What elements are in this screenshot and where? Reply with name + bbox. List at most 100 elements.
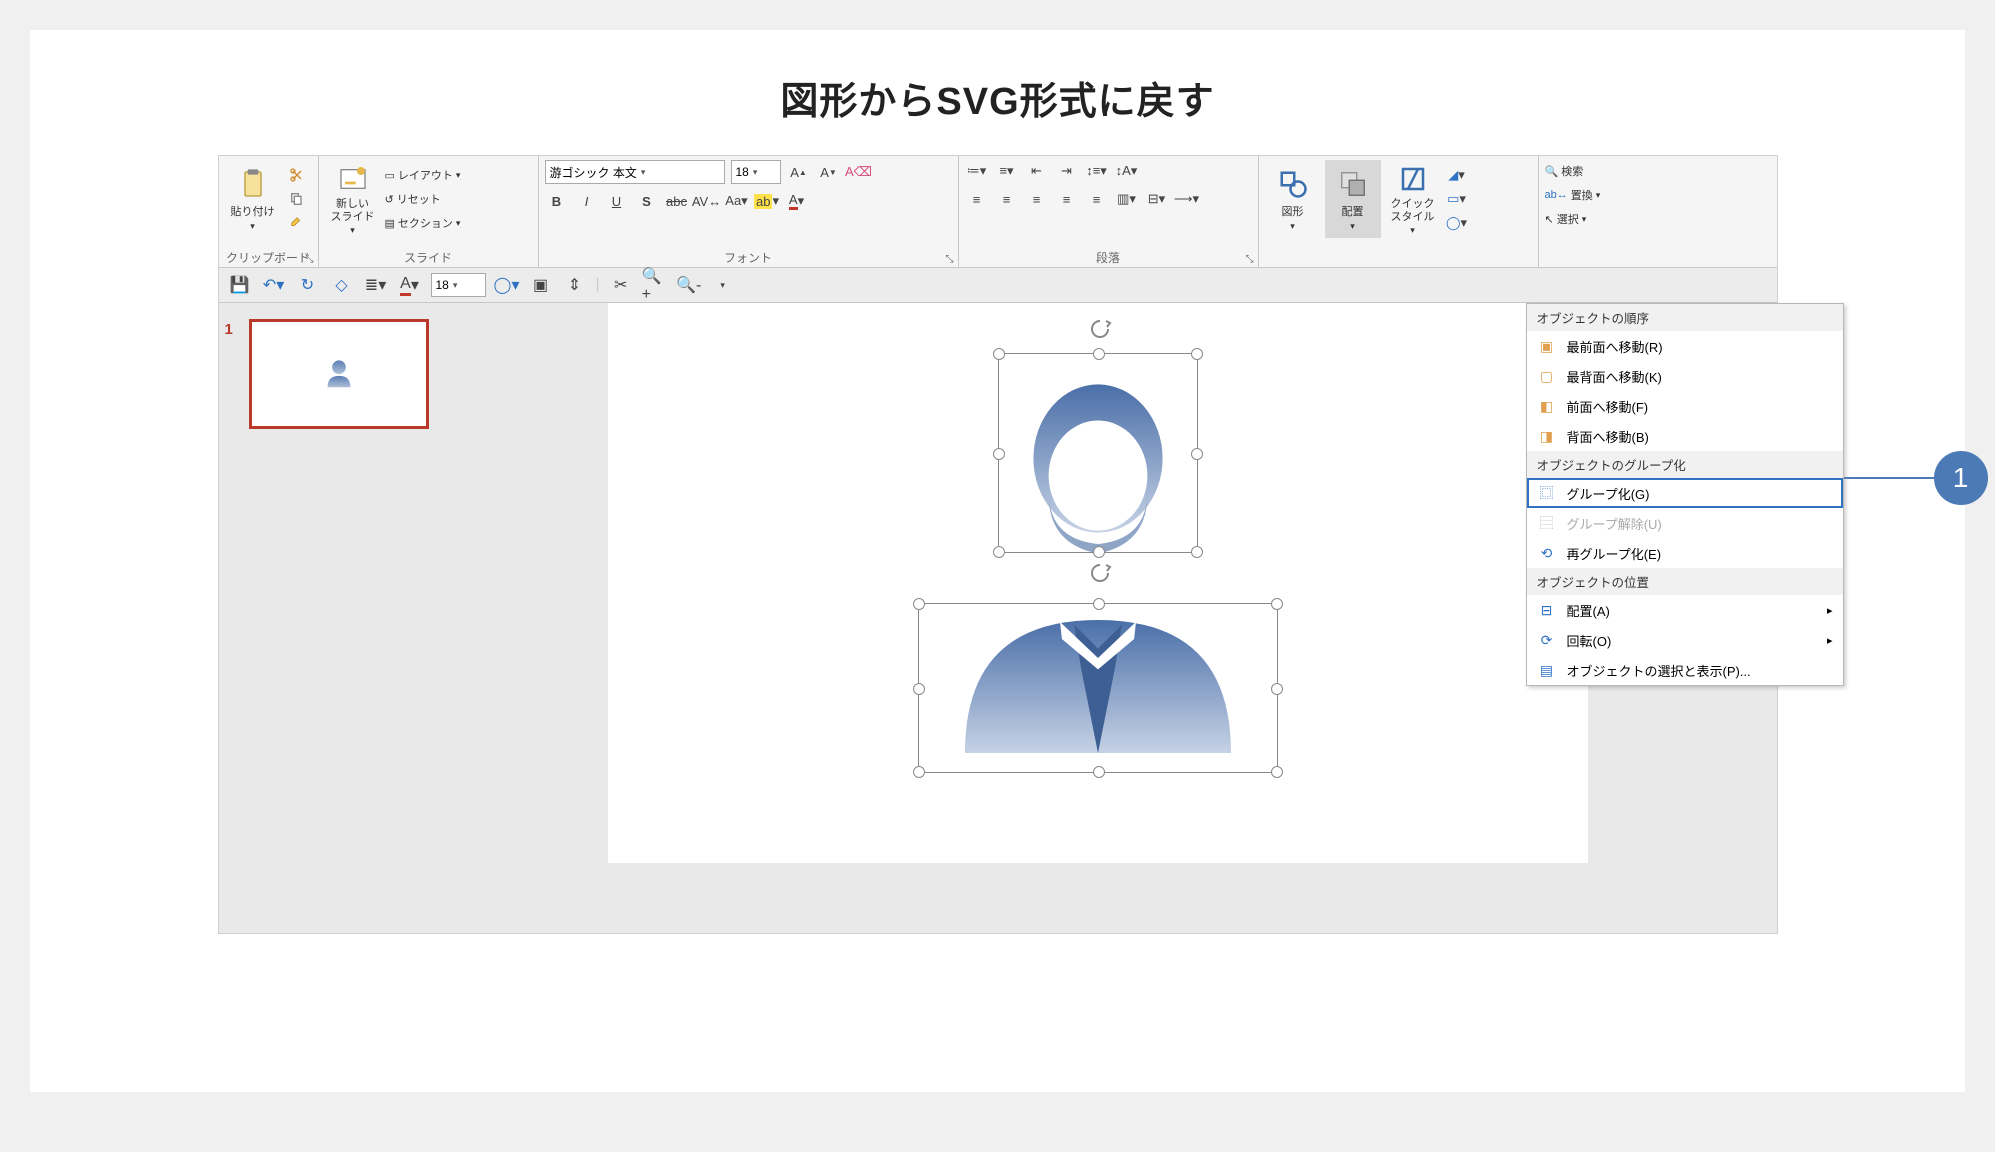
justify-button[interactable]: ≡: [1055, 188, 1079, 210]
slides-group-label: スライド: [319, 249, 538, 266]
cut-button[interactable]: [285, 164, 309, 186]
resize-handle[interactable]: [1191, 448, 1203, 460]
slide-canvas[interactable]: オブジェクトの順序 ▣ 最前面へ移動(R) ▢ 最背面へ移動(K) ◧ 前面へ移…: [608, 303, 1588, 863]
columns-button[interactable]: ▥▾: [1115, 188, 1139, 210]
resize-handle[interactable]: [1271, 766, 1283, 778]
shape-effects-button[interactable]: ◯▾: [1445, 212, 1469, 234]
align-center-button[interactable]: ≡: [995, 188, 1019, 210]
menu-send-backward[interactable]: ◨ 背面へ移動(B): [1527, 421, 1843, 451]
qat-overflow-button[interactable]: ▾: [710, 272, 736, 298]
align-right-button[interactable]: ≡: [1025, 188, 1049, 210]
section-button[interactable]: ▤セクション▾: [385, 212, 461, 234]
expand-icon[interactable]: ⤡: [946, 254, 954, 265]
save-button[interactable]: 💾: [227, 272, 253, 298]
align-left-button[interactable]: ≡: [965, 188, 989, 210]
shapes-button[interactable]: 図形▾: [1265, 160, 1321, 238]
strike-button[interactable]: abc: [665, 190, 689, 212]
char-spacing-button[interactable]: AV↔: [695, 190, 719, 212]
resize-handle[interactable]: [1093, 766, 1105, 778]
callout-1: 1: [1844, 451, 1988, 505]
menu-rotate[interactable]: ⟳ 回転(O) ▸: [1527, 625, 1843, 655]
new-slide-button[interactable]: 新しい スライド ▾: [325, 160, 381, 238]
line-spacing-button[interactable]: ↕≡▾: [1085, 160, 1109, 182]
resize-handle[interactable]: [913, 598, 925, 610]
indent-button[interactable]: ⇥: [1055, 160, 1079, 182]
slide-thumbnail[interactable]: [249, 319, 429, 429]
outdent-button[interactable]: ⇤: [1025, 160, 1049, 182]
distributed-button[interactable]: ≡: [1085, 188, 1109, 210]
resize-handle[interactable]: [913, 683, 925, 695]
resize-handle[interactable]: [1271, 598, 1283, 610]
resize-handle[interactable]: [1191, 348, 1203, 360]
qat-shape-button[interactable]: ◇: [329, 272, 355, 298]
numbering-button[interactable]: ≡▾: [995, 160, 1019, 182]
highlight-button[interactable]: ab▾: [755, 190, 779, 212]
quick-styles-button[interactable]: クイック スタイル▾: [1385, 160, 1441, 238]
align-text-button[interactable]: ⊟▾: [1145, 188, 1169, 210]
qat-fontcolor-button[interactable]: A▾: [397, 272, 423, 298]
qat-zoomin-button[interactable]: 🔍+: [642, 272, 668, 298]
smartart-button[interactable]: ⟶▾: [1175, 188, 1199, 210]
resize-handle[interactable]: [993, 448, 1005, 460]
ribbon-group-slides: 新しい スライド ▾ ▭レイアウト▾ ↺リセット ▤セクション▾ スライド: [319, 156, 539, 267]
selection-box-head[interactable]: [998, 353, 1198, 553]
undo-button[interactable]: ↶▾: [261, 272, 287, 298]
menu-bring-to-front[interactable]: ▣ 最前面へ移動(R): [1527, 331, 1843, 361]
text-direction-button[interactable]: ↕A▾: [1115, 160, 1139, 182]
select-button[interactable]: ↖選択▾: [1545, 208, 1643, 230]
resize-handle[interactable]: [1093, 598, 1105, 610]
font-color-button[interactable]: A▾: [785, 190, 809, 212]
qat-size-select[interactable]: 18▾: [431, 273, 486, 297]
expand-icon[interactable]: ⤡: [306, 254, 314, 265]
qat-insert-shape-button[interactable]: ◯▾: [494, 272, 520, 298]
quick-access-toolbar: 💾 ↶▾ ↻ ◇ ≣▾ A▾ 18▾ ◯▾ ▣ ⇕ | ✂ 🔍+ 🔍- ▾: [219, 268, 1777, 303]
resize-handle[interactable]: [913, 766, 925, 778]
thumbnail-pane[interactable]: 1: [219, 303, 419, 933]
qat-zoomout-button[interactable]: 🔍-: [676, 272, 702, 298]
menu-regroup[interactable]: ⟲ 再グループ化(E): [1527, 538, 1843, 568]
resize-handle[interactable]: [1093, 348, 1105, 360]
paste-button[interactable]: 貼り付け ▾: [225, 160, 281, 238]
reset-button[interactable]: ↺リセット: [385, 188, 461, 210]
italic-button[interactable]: I: [575, 190, 599, 212]
font-name-select[interactable]: 游ゴシック 本文▾: [545, 160, 725, 184]
shadow-button[interactable]: S: [635, 190, 659, 212]
shrink-font-button[interactable]: A▼: [817, 161, 841, 183]
menu-bring-forward[interactable]: ◧ 前面へ移動(F): [1527, 391, 1843, 421]
grow-font-button[interactable]: A▲: [787, 161, 811, 183]
change-case-button[interactable]: Aa▾: [725, 190, 749, 212]
workspace: 1: [219, 303, 1777, 933]
arrange-button[interactable]: 配置▾: [1325, 160, 1381, 238]
qat-arrange-button[interactable]: ▣: [528, 272, 554, 298]
menu-selection-pane[interactable]: ▤ オブジェクトの選択と表示(P)...: [1527, 655, 1843, 685]
replace-button[interactable]: ab↔置換▾: [1545, 184, 1643, 206]
qat-crop-button[interactable]: ✂: [608, 272, 634, 298]
resize-handle[interactable]: [993, 546, 1005, 558]
expand-icon[interactable]: ⤡: [1246, 254, 1254, 265]
rotation-handle[interactable]: [1088, 317, 1108, 337]
canvas-area[interactable]: オブジェクトの順序 ▣ 最前面へ移動(R) ▢ 最背面へ移動(K) ◧ 前面へ移…: [419, 303, 1777, 933]
bullets-button[interactable]: ≔▾: [965, 160, 989, 182]
rotation-handle[interactable]: [1088, 561, 1108, 581]
clear-format-button[interactable]: A⌫: [847, 161, 871, 183]
qat-align-button[interactable]: ⇕: [562, 272, 588, 298]
qat-list-button[interactable]: ≣▾: [363, 272, 389, 298]
shape-outline-button[interactable]: ▭▾: [1445, 188, 1469, 210]
redo-button[interactable]: ↻: [295, 272, 321, 298]
find-button[interactable]: 🔍検索: [1545, 160, 1643, 182]
bold-button[interactable]: B: [545, 190, 569, 212]
menu-send-to-back[interactable]: ▢ 最背面へ移動(K): [1527, 361, 1843, 391]
underline-button[interactable]: U: [605, 190, 629, 212]
font-size-select[interactable]: 18▾: [731, 160, 781, 184]
layout-button[interactable]: ▭レイアウト▾: [385, 164, 461, 186]
menu-group[interactable]: ⿴ グループ化(G): [1527, 478, 1843, 508]
copy-button[interactable]: [285, 188, 309, 210]
menu-align[interactable]: ⊟ 配置(A) ▸: [1527, 595, 1843, 625]
shape-fill-button[interactable]: ◢▾: [1445, 164, 1469, 186]
resize-handle[interactable]: [1271, 683, 1283, 695]
resize-handle[interactable]: [993, 348, 1005, 360]
resize-handle[interactable]: [1093, 546, 1105, 558]
resize-handle[interactable]: [1191, 546, 1203, 558]
format-painter-button[interactable]: [285, 212, 309, 234]
selection-box-body[interactable]: [918, 603, 1278, 773]
